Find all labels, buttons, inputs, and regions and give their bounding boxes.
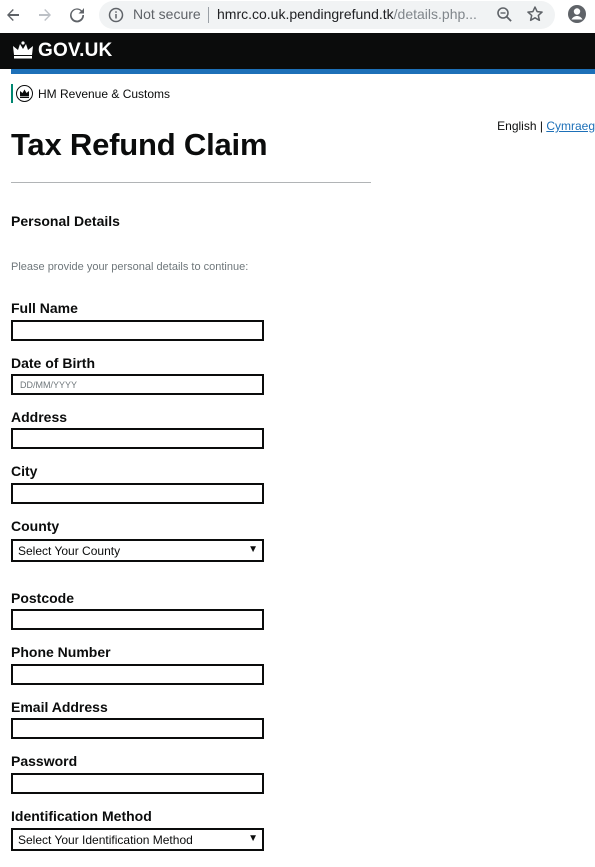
dropdown-arrow-icon: ▼ <box>248 833 258 844</box>
language-cymraeg-link[interactable]: Cymraeg <box>546 119 595 133</box>
full-name-label: Full Name <box>11 300 78 316</box>
dob-input[interactable] <box>11 374 264 395</box>
language-current: English <box>497 119 537 133</box>
header-accent-bar <box>11 69 595 74</box>
section-heading: Personal Details <box>11 213 120 229</box>
url-text[interactable]: hmrc.co.uk.pendingrefund.tk/details.php.… <box>217 6 479 22</box>
intro-text: Please provide your personal details to … <box>11 261 249 273</box>
county-selected-value: Select Your County <box>18 544 121 558</box>
city-input[interactable] <box>11 483 264 504</box>
password-input[interactable] <box>11 773 264 794</box>
zoom-icon[interactable] <box>496 6 513 28</box>
govuk-logo[interactable]: GOV.UK <box>38 40 112 62</box>
id-method-select[interactable]: Select Your Identification Method ▼ <box>11 828 264 851</box>
title-divider <box>11 182 371 183</box>
email-label: Email Address <box>11 699 108 715</box>
id-method-label: Identification Method <box>11 808 152 824</box>
dob-label: Date of Birth <box>11 355 95 371</box>
city-label: City <box>11 463 38 479</box>
county-label: County <box>11 518 60 534</box>
address-input[interactable] <box>11 428 264 449</box>
phone-label: Phone Number <box>11 644 111 660</box>
email-input[interactable] <box>11 718 264 739</box>
language-switcher: English | Cymraeg <box>497 119 595 133</box>
crown-icon <box>12 41 34 64</box>
phone-input[interactable] <box>11 664 264 685</box>
hmrc-crest-icon <box>16 85 33 102</box>
organisation-name: HM Revenue & Customs <box>38 87 171 101</box>
postcode-label: Postcode <box>11 590 75 606</box>
back-arrow-icon[interactable] <box>1 4 25 26</box>
info-icon[interactable] <box>108 7 124 28</box>
page-title: Tax Refund Claim <box>11 127 268 162</box>
full-name-input[interactable] <box>11 320 264 341</box>
url-host: hmrc.co.uk.pendingrefund.tk <box>217 6 394 22</box>
org-brand-rule <box>11 84 13 103</box>
star-icon[interactable] <box>526 5 544 28</box>
address-bar[interactable]: Not secure hmrc.co.uk.pendingrefund.tk/d… <box>99 1 555 29</box>
address-label: Address <box>11 409 68 425</box>
reload-icon[interactable] <box>65 4 89 26</box>
govuk-header: GOV.UK <box>0 33 595 69</box>
profile-icon[interactable] <box>567 4 587 29</box>
forward-arrow-icon[interactable] <box>33 4 57 26</box>
omnibox-divider <box>208 7 209 23</box>
postcode-input[interactable] <box>11 609 264 630</box>
url-path: /details.php... <box>393 6 477 22</box>
language-separator: | <box>536 119 547 133</box>
id-method-selected-value: Select Your Identification Method <box>18 833 193 847</box>
browser-toolbar: Not secure hmrc.co.uk.pendingrefund.tk/d… <box>0 0 595 33</box>
security-label: Not secure <box>133 6 201 22</box>
county-select[interactable]: Select Your County ▼ <box>11 539 264 562</box>
dropdown-arrow-icon: ▼ <box>248 544 258 555</box>
password-label: Password <box>11 753 78 769</box>
